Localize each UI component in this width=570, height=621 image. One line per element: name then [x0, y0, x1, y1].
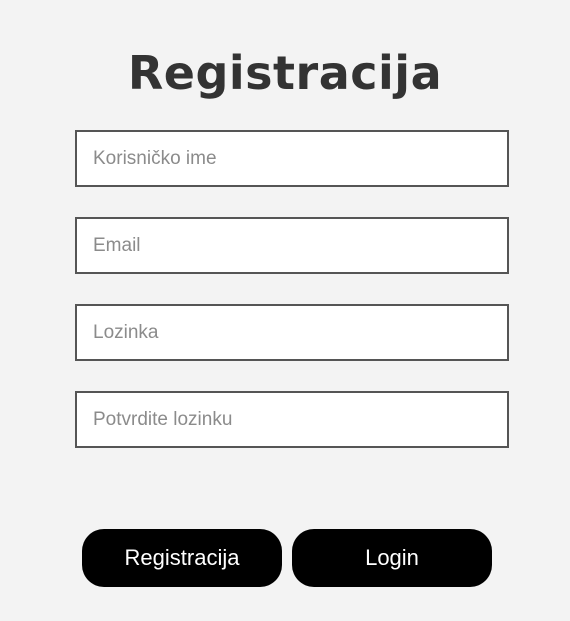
email-field[interactable] — [75, 217, 509, 274]
page-title: Registracija — [127, 46, 443, 100]
password-field[interactable] — [75, 304, 509, 361]
register-button[interactable]: Registracija — [82, 529, 282, 587]
username-field[interactable] — [75, 130, 509, 187]
confirm-password-field[interactable] — [75, 391, 509, 448]
login-button[interactable]: Login — [292, 529, 492, 587]
